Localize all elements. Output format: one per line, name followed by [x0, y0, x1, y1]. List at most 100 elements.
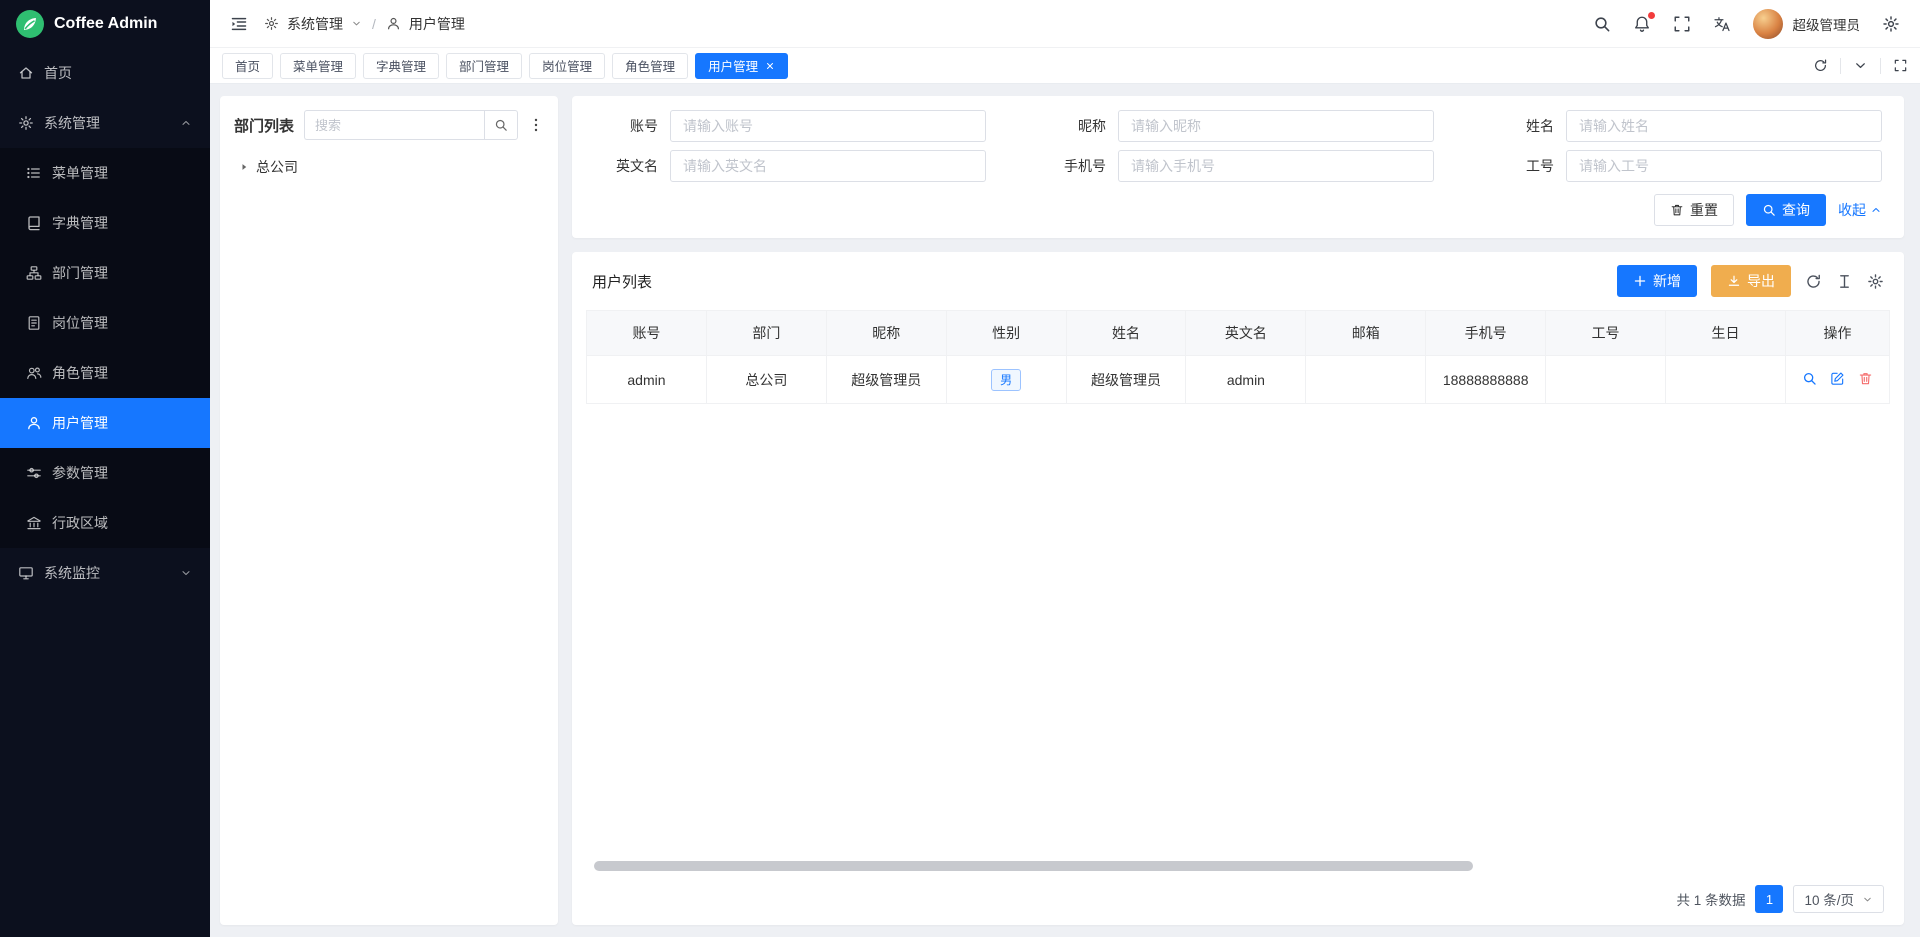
column-header[interactable]: 工号: [1546, 311, 1666, 356]
sidebar-item-home[interactable]: 首页: [0, 48, 210, 98]
row-density-icon[interactable]: [1836, 273, 1853, 290]
department-search-input[interactable]: [304, 110, 484, 140]
tab-label: 角色管理: [625, 56, 675, 75]
sidebar-item-param-mgmt[interactable]: 参数管理: [0, 448, 210, 498]
field-account: 账号: [594, 110, 986, 142]
view-icon[interactable]: [1802, 371, 1817, 386]
add-user-button[interactable]: 新增: [1617, 265, 1697, 297]
app-window: Coffee Admin 首页 系统管理 菜单管理 字典管理 部门管理: [0, 0, 1920, 937]
more-options-icon[interactable]: [528, 117, 544, 133]
sidebar-item-dict-mgmt[interactable]: 字典管理: [0, 198, 210, 248]
tab-dept-mgmt[interactable]: 部门管理: [446, 53, 522, 79]
horizontal-scrollbar[interactable]: [594, 861, 1473, 871]
app-logo: Coffee Admin: [0, 0, 210, 48]
page-size-value: 10 条/页: [1804, 889, 1854, 909]
page-1-button[interactable]: 1: [1755, 885, 1783, 913]
sidebar-submenu-system: 菜单管理 字典管理 部门管理 岗位管理 角色管理 用户管理: [0, 148, 210, 548]
tab-bar: 首页 菜单管理 字典管理 部门管理 岗位管理 角色管理 用户管理: [210, 48, 1920, 84]
gear-icon: [264, 16, 279, 31]
nickname-input[interactable]: [1118, 110, 1434, 142]
sidebar-item-admin-region[interactable]: 行政区域: [0, 498, 210, 548]
tab-role-mgmt[interactable]: 角色管理: [612, 53, 688, 79]
tab-post-mgmt[interactable]: 岗位管理: [529, 53, 605, 79]
filter-actions: 重置 查询 收起: [594, 194, 1882, 226]
content-fullscreen-icon[interactable]: [1893, 58, 1908, 73]
edit-icon[interactable]: [1830, 371, 1845, 386]
tab-label: 用户管理: [708, 56, 758, 75]
export-button[interactable]: 导出: [1711, 265, 1791, 297]
tab-home[interactable]: 首页: [222, 53, 273, 79]
reset-button[interactable]: 重置: [1654, 194, 1734, 226]
sidebar-collapse-button[interactable]: [230, 15, 248, 33]
job-number-input[interactable]: [1566, 150, 1882, 182]
english-name-input[interactable]: [670, 150, 986, 182]
sidebar: Coffee Admin 首页 系统管理 菜单管理 字典管理 部门管理: [0, 0, 210, 937]
table-header-row: 账号 部门 昵称 性别 姓名 英文名 邮箱 手机号 工号 生日 操作: [587, 311, 1890, 356]
user-list-title: 用户列表: [592, 271, 652, 292]
phone-input[interactable]: [1118, 150, 1434, 182]
download-icon: [1727, 274, 1741, 288]
cell-operation: [1786, 356, 1890, 404]
name-input[interactable]: [1566, 110, 1882, 142]
sidebar-group-label: 系统管理: [44, 113, 100, 133]
tree-node-head-office[interactable]: 总公司: [234, 154, 544, 180]
translate-icon[interactable]: [1713, 15, 1731, 33]
user-list-toolbar: 新增 导出: [1617, 265, 1884, 297]
table-row[interactable]: admin 总公司 超级管理员 男 超级管理员 admin 1888888888…: [587, 356, 1890, 404]
chevron-up-icon: [1870, 204, 1882, 216]
chevron-down-icon: [351, 18, 362, 29]
tab-dict-mgmt[interactable]: 字典管理: [363, 53, 439, 79]
org-tree-icon: [26, 265, 42, 281]
top-header: 系统管理 / 用户管理 超级管理员: [210, 0, 1920, 48]
account-input[interactable]: [670, 110, 986, 142]
sidebar-item-label: 部门管理: [52, 263, 108, 283]
search-button[interactable]: 查询: [1746, 194, 1826, 226]
column-header[interactable]: 性别: [946, 311, 1066, 356]
search-icon: [1762, 203, 1776, 217]
tab-menu-mgmt[interactable]: 菜单管理: [280, 53, 356, 79]
delete-icon[interactable]: [1858, 371, 1873, 386]
column-header[interactable]: 部门: [706, 311, 826, 356]
collapse-toggle[interactable]: 收起: [1838, 200, 1882, 220]
refresh-icon[interactable]: [1813, 58, 1828, 73]
settings-gear-icon[interactable]: [1882, 15, 1900, 33]
fullscreen-icon[interactable]: [1673, 15, 1691, 33]
caret-right-icon[interactable]: [238, 161, 250, 173]
column-header[interactable]: 姓名: [1066, 311, 1186, 356]
refresh-icon[interactable]: [1805, 273, 1822, 290]
column-header[interactable]: 昵称: [826, 311, 946, 356]
column-header[interactable]: 账号: [587, 311, 707, 356]
column-header[interactable]: 英文名: [1186, 311, 1306, 356]
sidebar-item-role-mgmt[interactable]: 角色管理: [0, 348, 210, 398]
user-name[interactable]: 超级管理员: [1793, 14, 1861, 34]
tree-node-label: 总公司: [256, 157, 298, 177]
department-panel: 部门列表 总公司: [220, 96, 558, 925]
field-label: 昵称: [1042, 116, 1106, 136]
filter-fields: 账号 昵称 姓名 英文名: [594, 110, 1882, 182]
sidebar-item-menu-mgmt[interactable]: 菜单管理: [0, 148, 210, 198]
page-size-select[interactable]: 10 条/页: [1793, 885, 1884, 913]
sidebar-item-label: 菜单管理: [52, 163, 108, 183]
sidebar-group-system-mgmt[interactable]: 系统管理: [0, 98, 210, 148]
user-table: 账号 部门 昵称 性别 姓名 英文名 邮箱 手机号 工号 生日 操作: [586, 310, 1890, 404]
column-header[interactable]: 邮箱: [1306, 311, 1426, 356]
field-label: 账号: [594, 116, 658, 136]
column-header[interactable]: 手机号: [1426, 311, 1546, 356]
column-header[interactable]: 生日: [1666, 311, 1786, 356]
breadcrumb-section[interactable]: 系统管理: [287, 14, 343, 34]
search-filter-panel: 账号 昵称 姓名 英文名: [572, 96, 1904, 238]
close-icon[interactable]: [765, 61, 775, 71]
sidebar-item-dept-mgmt[interactable]: 部门管理: [0, 248, 210, 298]
tab-actions-chevron-down-icon[interactable]: [1853, 58, 1868, 73]
department-search: [304, 110, 518, 140]
sidebar-group-system-monitor[interactable]: 系统监控: [0, 548, 210, 598]
avatar[interactable]: [1753, 9, 1783, 39]
user-list-header: 用户列表 新增 导出: [572, 252, 1904, 310]
column-settings-gear-icon[interactable]: [1867, 273, 1884, 290]
search-icon[interactable]: [1593, 15, 1611, 33]
sidebar-item-user-mgmt[interactable]: 用户管理: [0, 398, 210, 448]
department-search-button[interactable]: [484, 110, 518, 140]
sidebar-item-post-mgmt[interactable]: 岗位管理: [0, 298, 210, 348]
notification-bell-icon[interactable]: [1633, 15, 1651, 33]
tab-user-mgmt[interactable]: 用户管理: [695, 53, 788, 79]
